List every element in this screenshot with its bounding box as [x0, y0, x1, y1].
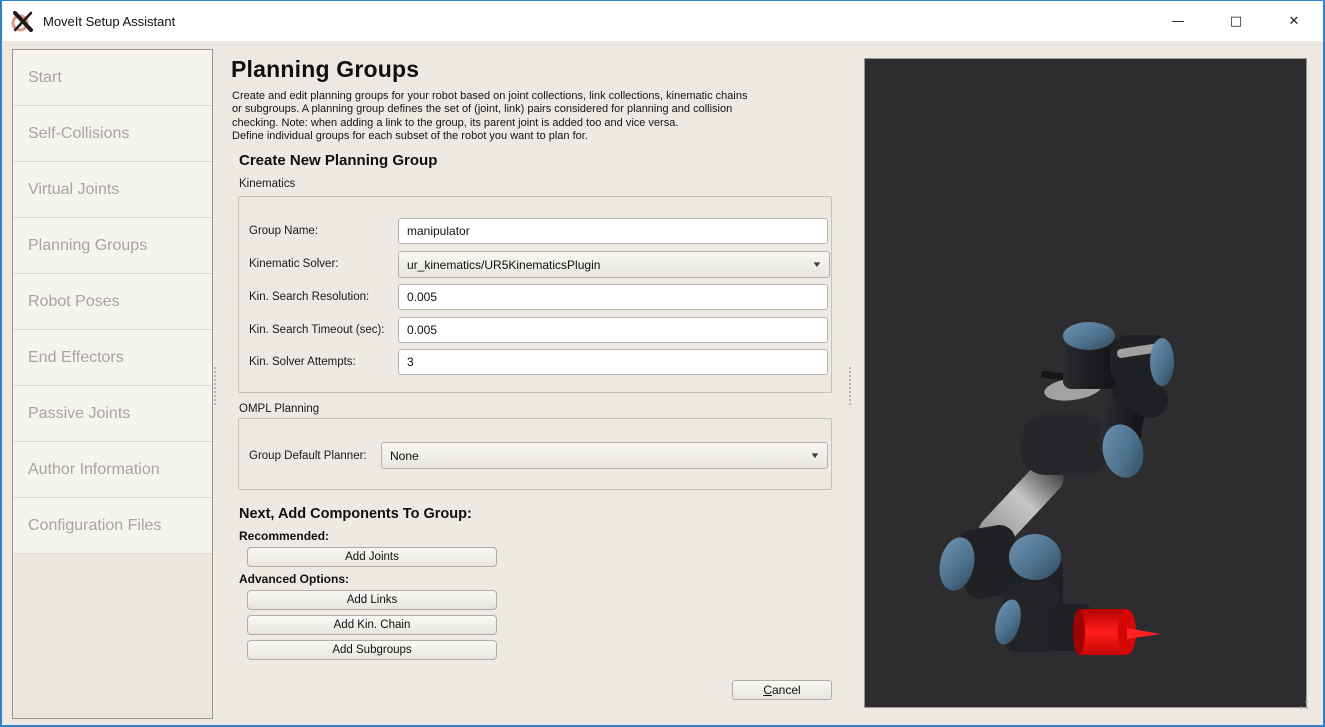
sidebar-item-label: Start: [28, 69, 62, 87]
sidebar-item-planning-groups[interactable]: Planning Groups: [13, 218, 212, 274]
titlebar: MoveIt Setup Assistant — □ ✕: [2, 1, 1323, 41]
group-name-label: Group Name:: [249, 218, 318, 244]
kinematics-groupbox: Group Name: Kinematic Solver: ur_kinemat…: [238, 196, 832, 393]
search-resolution-label: Kin. Search Resolution:: [249, 284, 369, 310]
add-kin-chain-button[interactable]: Add Kin. Chain: [247, 615, 497, 635]
sidebar-item-end-effectors[interactable]: End Effectors: [13, 330, 212, 386]
sidebar-item-author-information[interactable]: Author Information: [13, 442, 212, 498]
sidebar-item-configuration-files[interactable]: Configuration Files: [13, 498, 212, 554]
ompl-box-label: OMPL Planning: [239, 403, 319, 415]
search-timeout-input[interactable]: [398, 317, 828, 343]
kinematic-solver-label: Kinematic Solver:: [249, 251, 338, 277]
ompl-groupbox: Group Default Planner: None ▼: [238, 418, 832, 490]
window-title: MoveIt Setup Assistant: [43, 14, 175, 29]
solver-attempts-input[interactable]: [398, 349, 828, 375]
solver-attempts-label: Kin. Solver Attempts:: [249, 349, 356, 375]
cancel-button-mnemonic: C: [763, 683, 772, 697]
robot-3d-viewport[interactable]: [864, 58, 1307, 708]
moveit-setup-assistant-window: MoveIt Setup Assistant — □ ✕ Start Self-…: [0, 0, 1325, 727]
sidebar-item-label: Passive Joints: [28, 405, 130, 423]
sidebar-item-label: Self-Collisions: [28, 125, 129, 143]
sidebar-item-label: Configuration Files: [28, 517, 161, 535]
sidebar-item-label: End Effectors: [28, 349, 124, 367]
search-resolution-input[interactable]: [398, 284, 828, 310]
minimize-button[interactable]: —: [1149, 1, 1207, 41]
sidebar-item-start[interactable]: Start: [13, 50, 212, 106]
sidebar-item-label: Robot Poses: [28, 293, 120, 311]
close-button[interactable]: ✕: [1265, 1, 1323, 41]
kinematics-box-label: Kinematics: [239, 178, 295, 190]
sidebar-item-virtual-joints[interactable]: Virtual Joints: [13, 162, 212, 218]
cancel-button[interactable]: Cancel: [732, 680, 832, 700]
sidebar-item-label: Author Information: [28, 461, 160, 479]
cancel-button-label: ancel: [772, 683, 801, 697]
setup-steps-sidebar: Start Self-Collisions Virtual Joints Pla…: [12, 49, 213, 719]
kinematic-solver-select[interactable]: ur_kinematics/UR5KinematicsPlugin ▼: [398, 251, 830, 278]
sidebar-item-label: Planning Groups: [28, 237, 147, 255]
create-group-heading: Create New Planning Group: [239, 152, 437, 169]
add-components-heading: Next, Add Components To Group:: [239, 506, 472, 522]
planning-groups-panel: Planning Groups Create and edit planning…: [231, 56, 852, 716]
sidebar-splitter-handle[interactable]: [214, 367, 218, 405]
sidebar-item-self-collisions[interactable]: Self-Collisions: [13, 106, 212, 162]
moveit-logo-icon: [11, 9, 35, 33]
sidebar-item-label: Virtual Joints: [28, 181, 119, 199]
search-timeout-label: Kin. Search Timeout (sec):: [249, 317, 385, 343]
page-title: Planning Groups: [231, 56, 852, 83]
group-name-input[interactable]: [398, 218, 828, 244]
kinematic-solver-value: ur_kinematics/UR5KinematicsPlugin: [407, 258, 600, 272]
sidebar-item-robot-poses[interactable]: Robot Poses: [13, 274, 212, 330]
recommended-label: Recommended:: [239, 529, 329, 543]
add-joints-button[interactable]: Add Joints: [247, 547, 497, 567]
ur5-robot-render: [865, 59, 1306, 707]
sidebar-empty-area: [13, 554, 212, 718]
add-links-button[interactable]: Add Links: [247, 590, 497, 610]
chevron-down-icon: ▼: [811, 260, 822, 269]
sidebar-item-passive-joints[interactable]: Passive Joints: [13, 386, 212, 442]
default-planner-label: Group Default Planner:: [249, 442, 367, 469]
page-description: Create and edit planning groups for your…: [232, 90, 844, 144]
maximize-button[interactable]: □: [1207, 1, 1265, 41]
add-subgroups-button[interactable]: Add Subgroups: [247, 640, 497, 660]
window-controls: — □ ✕: [1149, 1, 1323, 41]
default-planner-value: None: [390, 449, 419, 463]
chevron-down-icon: ▼: [809, 451, 820, 460]
resize-grip[interactable]: [1298, 700, 1310, 712]
advanced-options-label: Advanced Options:: [239, 572, 349, 586]
default-planner-select[interactable]: None ▼: [381, 442, 828, 469]
